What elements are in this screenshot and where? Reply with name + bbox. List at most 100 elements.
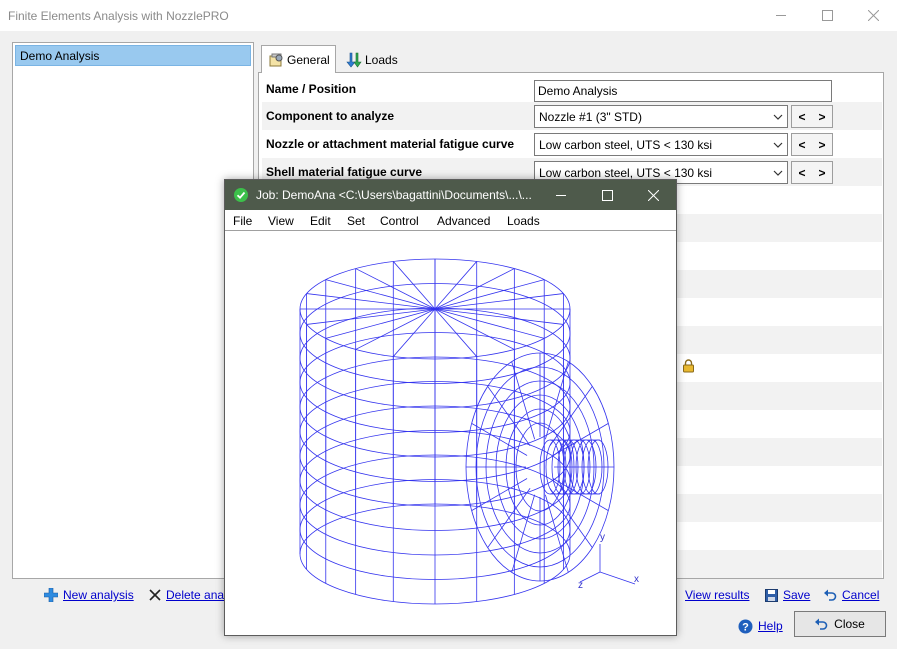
empty-row [676, 438, 882, 466]
minimize-icon [775, 15, 786, 16]
check-circle-icon [234, 188, 248, 205]
empty-row [676, 270, 882, 298]
minimize-button[interactable] [758, 0, 804, 31]
fe-mesh-drawing [299, 258, 636, 605]
nozzle-curve-dropdown[interactable]: Low carbon steel, UTS < 130 ksi [534, 133, 788, 156]
close-icon [647, 189, 659, 201]
row-component: Component to analyze Nozzle #1 (3" STD) … [262, 102, 882, 130]
job-maximize-button[interactable] [584, 180, 630, 210]
save-link[interactable]: Save [765, 586, 810, 604]
tab-general[interactable]: General [261, 45, 336, 73]
view-results-label: View results [685, 588, 750, 602]
nozzle-curve-label: Nozzle or attachment material fatigue cu… [266, 137, 515, 151]
menu-advanced[interactable]: Advanced [437, 214, 490, 228]
shell-curve-next-button[interactable]: > [812, 162, 832, 183]
shell-curve-prev-button[interactable]: < [792, 162, 812, 183]
head-radial [434, 268, 515, 310]
nozzle-curve-prev-button[interactable]: < [792, 134, 812, 155]
job-title-bar[interactable]: Job: DemoAna <C:\Users\bagattini\Documen… [225, 180, 676, 210]
nozzle-curve-nav: < > [791, 133, 833, 156]
close-window-button[interactable] [850, 0, 896, 31]
new-analysis-link[interactable]: New analysis [44, 586, 134, 604]
analysis-list[interactable]: Demo Analysis [12, 42, 254, 579]
save-disk-icon [765, 588, 778, 602]
row-name-position: Name / Position [262, 75, 882, 103]
chevron-down-icon [773, 142, 783, 148]
name-position-label: Name / Position [266, 82, 357, 96]
tab-loads[interactable]: Loads [340, 47, 402, 73]
menu-loads[interactable]: Loads [507, 214, 540, 228]
save-label: Save [783, 588, 811, 602]
chevron-down-icon [773, 170, 783, 176]
empty-row [676, 326, 882, 354]
axis-label-y: y [600, 532, 605, 543]
analysis-list-item[interactable]: Demo Analysis [15, 45, 251, 66]
undo-icon [824, 589, 837, 601]
nozzle-curve-next-button[interactable]: > [812, 134, 832, 155]
new-analysis-label: New analysis [63, 588, 134, 602]
job-window[interactable]: Job: DemoAna <C:\Users\bagattini\Documen… [224, 179, 677, 636]
delete-x-icon [149, 589, 161, 601]
help-link[interactable]: ? Help [738, 617, 783, 635]
shell-curve-value: Low carbon steel, UTS < 130 ksi [539, 166, 713, 180]
svg-text:?: ? [742, 621, 749, 633]
head-radial [434, 308, 545, 339]
help-icon: ? [738, 619, 753, 634]
delete-analysis-link[interactable]: Delete anal [149, 586, 227, 604]
mesh-viewport[interactable]: y x z [225, 232, 676, 635]
general-settings-icon [268, 52, 284, 68]
component-nav: < > [791, 105, 833, 128]
cancel-label: Cancel [842, 588, 880, 602]
axis-x-line [599, 571, 636, 585]
maximize-icon [601, 189, 613, 201]
undo-icon [815, 618, 828, 630]
shell-curve-label: Shell material fatigue curve [266, 165, 423, 179]
tab-general-label: General [287, 52, 330, 67]
nozzle-curve-value: Low carbon steel, UTS < 130 ksi [539, 138, 713, 152]
lock-icon [682, 359, 695, 376]
component-dropdown[interactable]: Nozzle #1 (3" STD) [534, 105, 788, 128]
plus-icon [44, 588, 58, 602]
minimize-icon [555, 194, 566, 196]
head-radial [325, 308, 436, 339]
head-radial [355, 268, 436, 310]
help-label: Help [758, 619, 783, 633]
axis-label-x: x [634, 574, 639, 585]
close-button-label: Close [834, 617, 865, 631]
empty-row [676, 494, 882, 522]
component-label: Component to analyze [266, 109, 395, 123]
delete-analysis-label: Delete anal [166, 588, 227, 602]
component-prev-button[interactable]: < [792, 106, 812, 127]
maximize-button[interactable] [804, 0, 850, 31]
menu-control[interactable]: Control [380, 214, 419, 228]
empty-row [676, 214, 882, 242]
component-next-button[interactable]: > [812, 106, 832, 127]
close-button[interactable]: Close [794, 611, 886, 637]
empty-row [676, 550, 882, 578]
head-radial [434, 308, 515, 350]
menu-set[interactable]: Set [347, 214, 365, 228]
job-close-button[interactable] [630, 180, 676, 210]
row-nozzle-curve: Nozzle or attachment material fatigue cu… [262, 130, 882, 158]
axis-z-line [579, 571, 601, 583]
close-icon [867, 10, 879, 21]
view-results-link[interactable]: View results [685, 586, 749, 604]
title-bar: Finite Elements Analysis with NozzlePRO [0, 0, 897, 31]
shell-curve-nav: < > [791, 161, 833, 184]
menu-edit[interactable]: Edit [310, 214, 331, 228]
window-title: Finite Elements Analysis with NozzlePRO [8, 9, 229, 23]
loads-arrows-icon [346, 52, 362, 68]
chevron-down-icon [773, 114, 783, 120]
name-position-input[interactable] [534, 80, 832, 102]
axis-label-z: z [578, 580, 583, 591]
menu-view[interactable]: View [268, 214, 294, 228]
transition-radial [471, 423, 528, 456]
transition-radial [471, 478, 528, 511]
component-value: Nozzle #1 (3" STD) [539, 110, 642, 124]
empty-row [676, 382, 882, 410]
menu-file[interactable]: File [233, 214, 252, 228]
cancel-link[interactable]: Cancel [824, 586, 879, 604]
head-radial [355, 308, 436, 350]
job-window-title: Job: DemoAna <C:\Users\bagattini\Documen… [256, 188, 532, 202]
job-minimize-button[interactable] [538, 180, 584, 210]
